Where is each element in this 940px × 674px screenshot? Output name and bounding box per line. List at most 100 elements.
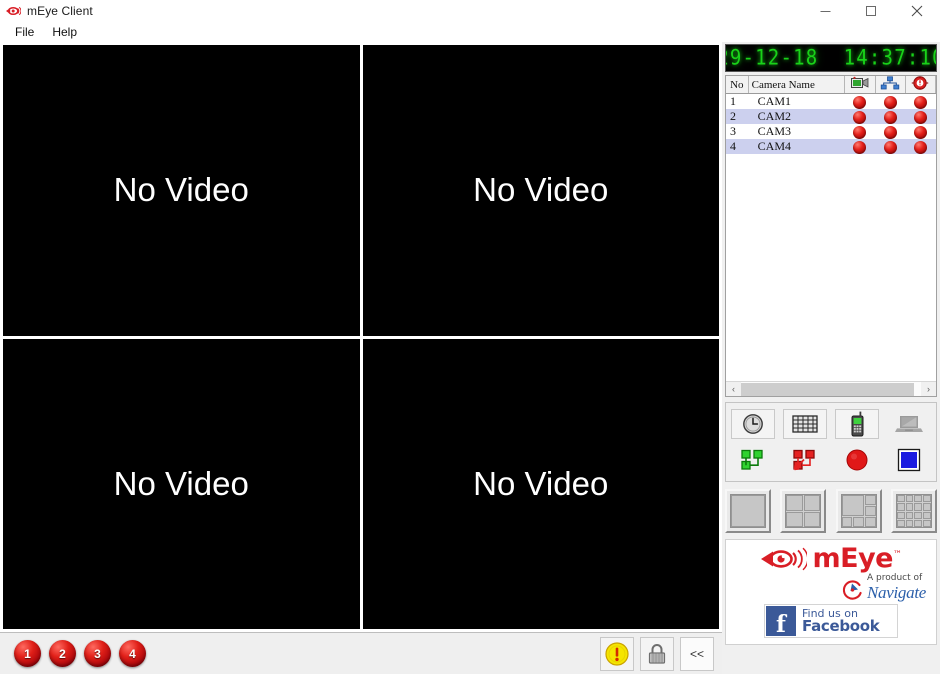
layout-6-button[interactable] xyxy=(835,489,882,533)
camera-table-header: No Camera Name xyxy=(726,76,936,94)
minimize-icon xyxy=(820,10,830,12)
table-row[interactable]: 4 CAM4 xyxy=(726,139,936,154)
close-button[interactable] xyxy=(894,0,940,22)
layout-cell xyxy=(923,495,931,503)
network-status-icon xyxy=(880,76,900,90)
maximize-button[interactable] xyxy=(848,0,894,22)
menu-bar: File Help xyxy=(0,22,940,42)
video-pane-label: No Video xyxy=(473,464,609,502)
minimize-button[interactable] xyxy=(802,0,848,22)
column-header-camera-name[interactable]: Camera Name xyxy=(748,76,846,94)
network-disconnect-icon xyxy=(793,449,815,471)
column-header-alarm-status[interactable] xyxy=(905,76,936,94)
layout-cell xyxy=(786,511,803,527)
product-of-label: A product of xyxy=(867,573,923,583)
playback-button[interactable] xyxy=(731,409,775,439)
column-header-video-status[interactable] xyxy=(844,76,876,94)
tool-button-panel xyxy=(725,402,937,482)
layout-1x1-button[interactable] xyxy=(725,489,771,533)
layout-cell xyxy=(923,503,931,511)
meye-trademark: ™ xyxy=(893,550,902,560)
branding-panel: mEye™ A product of Navigate f Find us on… xyxy=(725,539,937,645)
cell-camera-name: CAM4 xyxy=(748,139,845,154)
status-led xyxy=(883,95,897,109)
cell-alarm-status xyxy=(905,124,936,139)
record-button[interactable] xyxy=(835,445,879,475)
channel-button-3[interactable]: 3 xyxy=(84,640,111,667)
cell-network-status xyxy=(875,109,906,124)
stop-square-icon xyxy=(897,448,921,472)
facebook-badge-text: Find us on Facebook xyxy=(802,608,880,635)
layout-2x2-button[interactable] xyxy=(780,489,827,533)
log-button[interactable] xyxy=(783,409,827,439)
table-row[interactable]: 1 CAM1 xyxy=(726,93,936,109)
stop-button[interactable] xyxy=(887,445,931,475)
bottom-status-bar: 1 2 3 4 << xyxy=(0,632,722,674)
table-row[interactable]: 3 CAM3 xyxy=(726,124,936,139)
facebook-badge[interactable]: f Find us on Facebook xyxy=(764,604,898,638)
cell-alarm-status xyxy=(905,139,936,154)
table-row[interactable]: 2 CAM2 xyxy=(726,109,936,124)
layout-1x1-preview xyxy=(730,494,766,528)
disconnect-all-button[interactable] xyxy=(783,445,827,475)
navigate-credit-text: A product of Navigate xyxy=(867,573,926,602)
collapse-panel-label: << xyxy=(689,647,704,661)
meye-wordmark: mEye™ xyxy=(813,545,902,572)
layout-cell xyxy=(923,511,931,519)
close-icon xyxy=(911,5,923,17)
cell-alarm-status xyxy=(905,93,936,109)
layout-cell xyxy=(803,495,821,511)
menu-help[interactable]: Help xyxy=(43,23,86,42)
layout-cell xyxy=(905,495,914,503)
cell-network-status xyxy=(875,124,906,139)
video-pane-1[interactable]: No Video xyxy=(3,45,360,336)
scroll-left-arrow-icon[interactable]: ‹ xyxy=(726,381,741,396)
scrollbar-thumb[interactable] xyxy=(741,382,914,396)
layout-cell xyxy=(841,495,864,516)
warning-exclamation-icon xyxy=(605,642,629,666)
cell-network-status xyxy=(875,93,906,109)
record-circle-icon xyxy=(846,449,868,471)
alert-button[interactable] xyxy=(600,637,634,671)
cell-no: 4 xyxy=(726,139,749,154)
column-header-no[interactable]: No xyxy=(726,76,749,94)
meye-client-window: mEye Client File Help No Video No Video … xyxy=(0,0,940,674)
channel-button-4[interactable]: 4 xyxy=(119,640,146,667)
menu-file[interactable]: File xyxy=(6,23,43,42)
cell-video-status xyxy=(844,139,876,154)
status-led xyxy=(853,95,867,109)
grid-table-icon xyxy=(792,415,818,433)
lock-button[interactable] xyxy=(640,637,674,671)
clock-icon xyxy=(743,414,763,434)
column-header-network-status[interactable] xyxy=(875,76,906,94)
layout-4x4-button[interactable] xyxy=(890,489,937,533)
channel-button-2[interactable]: 2 xyxy=(49,640,76,667)
cell-video-status xyxy=(844,93,876,109)
meye-eye-icon xyxy=(5,3,22,19)
padlock-icon xyxy=(648,644,666,664)
channel-button-group: 1 2 3 4 xyxy=(14,640,146,667)
layout-cell xyxy=(905,519,914,527)
video-pane-4[interactable]: No Video xyxy=(362,338,719,629)
layout-cell xyxy=(786,495,803,511)
status-led xyxy=(853,125,867,139)
alarm-status-icon xyxy=(912,76,929,90)
layout-cell xyxy=(841,517,853,527)
video-pane-2[interactable]: No Video xyxy=(362,45,719,336)
status-led xyxy=(853,110,867,124)
layout-cell xyxy=(923,519,931,527)
scroll-right-arrow-icon[interactable]: › xyxy=(921,381,936,396)
video-pane-3[interactable]: No Video xyxy=(3,338,360,629)
video-area: No Video No Video No Video No Video xyxy=(0,42,722,632)
mobile-button[interactable] xyxy=(835,409,879,439)
channel-button-1[interactable]: 1 xyxy=(14,640,41,667)
remote-pc-button[interactable] xyxy=(887,409,931,439)
collapse-panel-button[interactable]: << xyxy=(680,637,714,671)
layout-cell xyxy=(731,495,765,527)
connect-all-button[interactable] xyxy=(731,445,775,475)
scrollbar-track[interactable] xyxy=(741,381,921,396)
title-bar: mEye Client xyxy=(0,0,940,22)
status-led xyxy=(913,110,927,124)
cell-camera-name: CAM1 xyxy=(748,93,845,109)
camera-list-horizontal-scrollbar[interactable]: ‹ › xyxy=(726,381,936,396)
